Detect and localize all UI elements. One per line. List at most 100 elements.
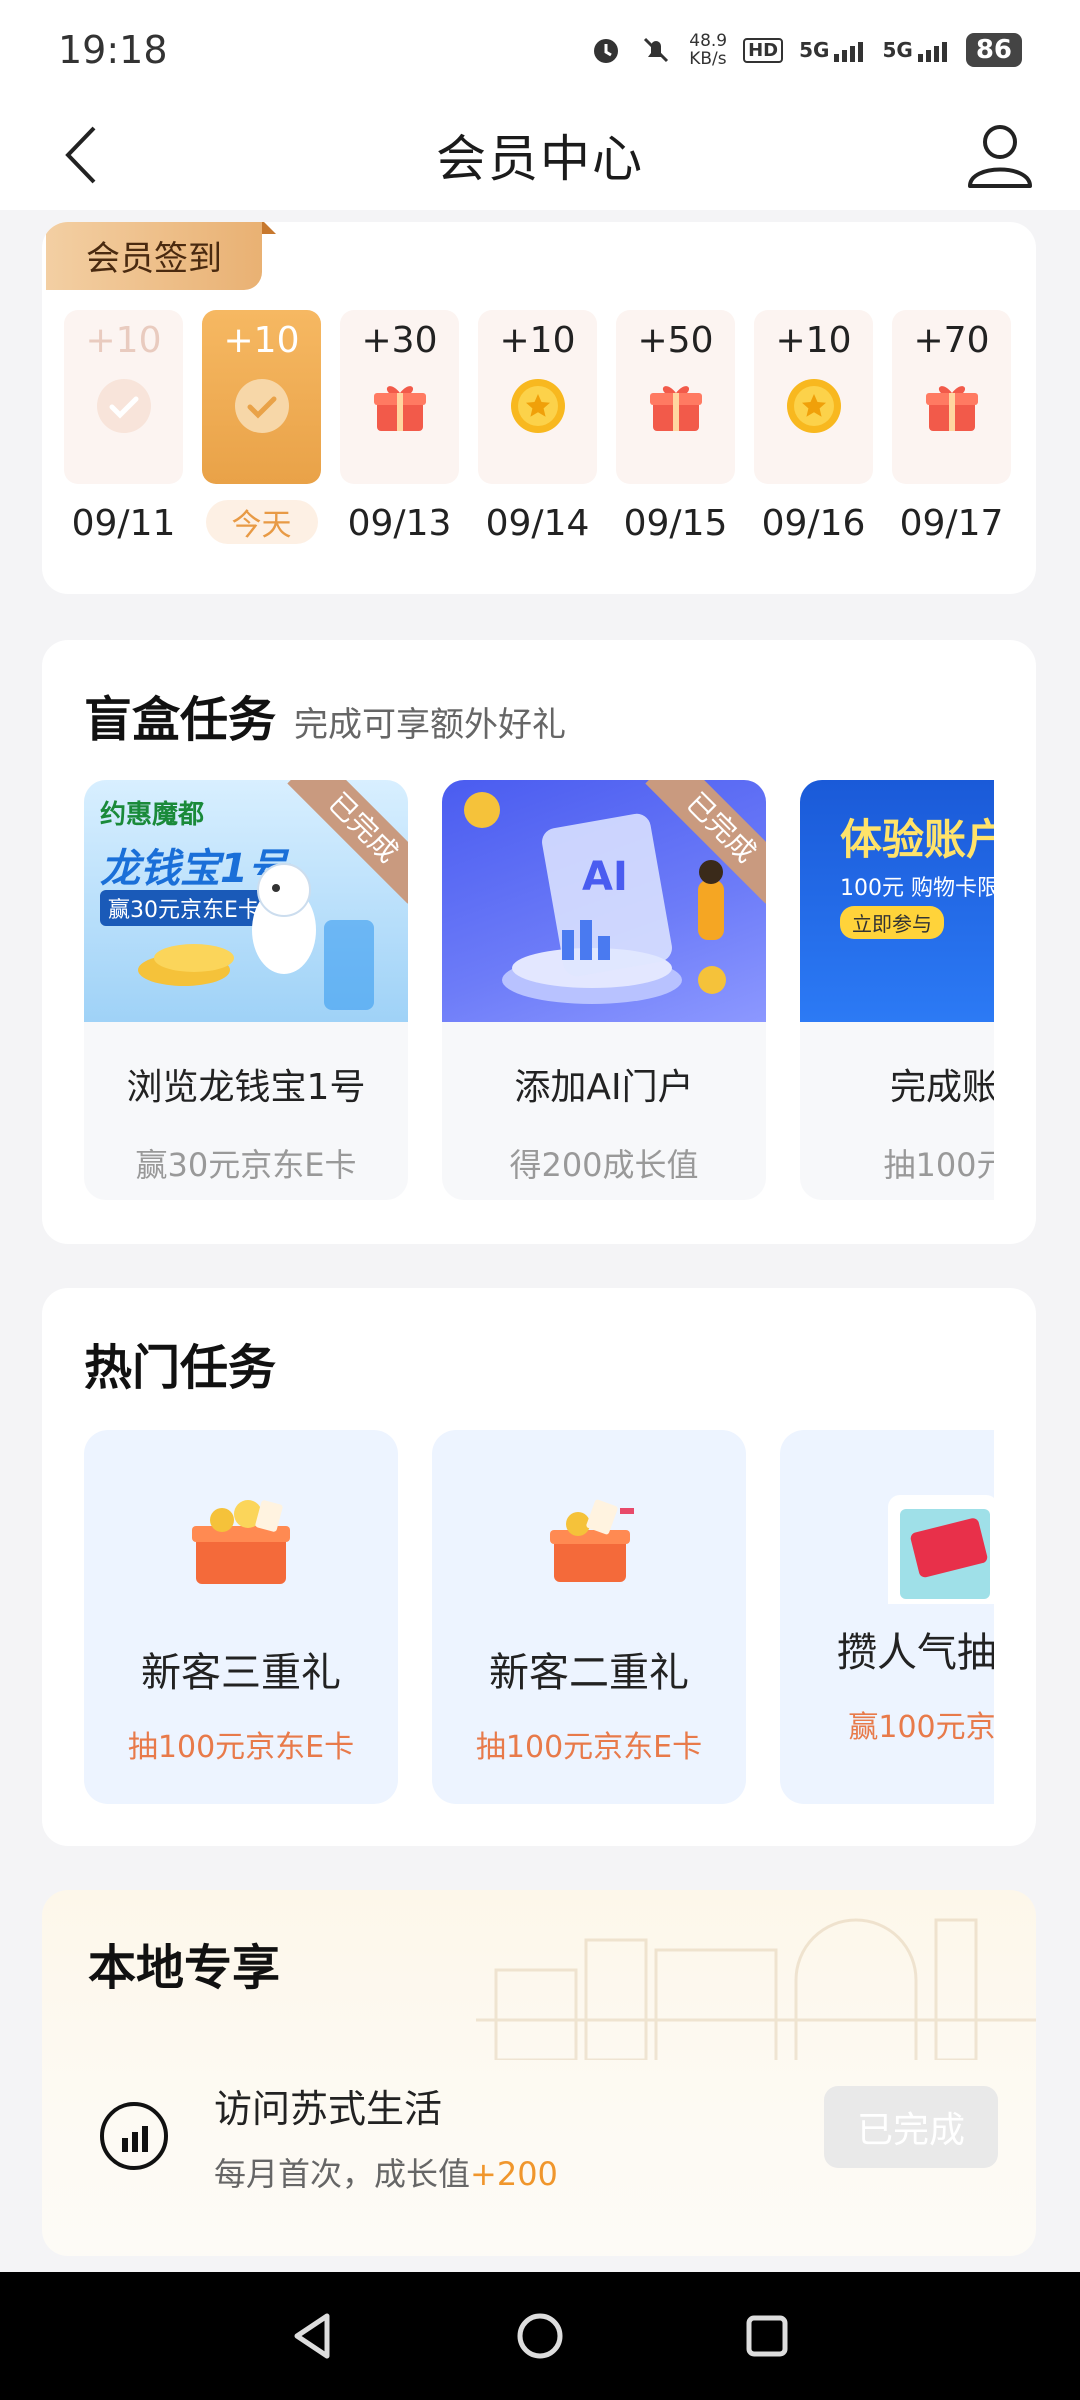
blind-box-card: 盲盒任务 完成可享额外好礼 约惠魔都 龙钱宝1号 赢30元京东E卡 已完成 浏览龙… bbox=[42, 640, 1036, 1244]
task-card[interactable]: 体验账户 100元 购物卡限 立即参与 完成账户 抽100元京 bbox=[800, 780, 994, 1200]
coin-icon bbox=[509, 361, 567, 439]
blind-box-title: 盲盒任务 bbox=[84, 692, 277, 748]
task-desc: 赢30元京东E卡 bbox=[135, 1146, 357, 1184]
sim2-label: 5G bbox=[882, 38, 913, 62]
battery-icon: 86 bbox=[965, 33, 1022, 67]
hot-tasks-title: 热门任务 bbox=[84, 1340, 277, 1396]
gift-icon bbox=[371, 361, 429, 439]
local-task-text: 访问苏式生活 每月首次，成长值+200 bbox=[214, 2078, 558, 2195]
blind-box-subtitle: 完成可享额外好礼 bbox=[294, 705, 567, 745]
mute-bell-icon bbox=[639, 33, 673, 67]
banner-text: 立即参与 bbox=[840, 906, 944, 939]
signin-date: 09/15 bbox=[623, 502, 728, 544]
signal-1: 5G bbox=[799, 38, 866, 62]
signin-day-box: +10 bbox=[64, 310, 183, 484]
signin-date: 09/13 bbox=[347, 502, 452, 544]
signin-date: 09/11 bbox=[71, 502, 176, 544]
local-task-name: 访问苏式生活 bbox=[214, 2086, 443, 2131]
nav-bar: 会员中心 bbox=[0, 100, 1080, 210]
task-desc: 抽100元京 bbox=[883, 1146, 994, 1184]
hot-task-item[interactable]: 新客三重礼 抽100元京东E卡 bbox=[84, 1430, 398, 1804]
task-name: 浏览龙钱宝1号 bbox=[126, 1067, 366, 1108]
gift-box-icon bbox=[192, 1500, 290, 1584]
signin-date: 今天 bbox=[205, 500, 318, 544]
hot-task-name: 新客三重礼 bbox=[141, 1650, 341, 1696]
page-title: 会员中心 bbox=[436, 130, 644, 188]
signin-date: 09/17 bbox=[899, 502, 1004, 544]
local-exclusive-card: 本地专享 访问苏式生活 每月首次，成长值+200 已完成 bbox=[42, 1890, 1036, 2256]
signin-date: 09/14 bbox=[485, 502, 590, 544]
system-nav-bar bbox=[0, 2272, 1080, 2400]
local-task-sub-prefix: 每月首次，成长值 bbox=[214, 2154, 471, 2193]
signal-2: 5G bbox=[882, 38, 949, 62]
task-card[interactable]: 约惠魔都 龙钱宝1号 赢30元京东E卡 已完成 浏览龙钱宝1号 赢30元京东E卡 bbox=[84, 780, 408, 1200]
hot-task-name: 新客二重礼 bbox=[489, 1650, 689, 1696]
hot-task-desc: 赢100元京东 bbox=[848, 1710, 994, 1745]
hot-tasks-card: 热门任务 新客三重礼 抽100元京东E卡 新客二重礼 抽100元京东E卡 攒人气… bbox=[42, 1288, 1036, 1846]
signin-day-box: +10 bbox=[478, 310, 597, 484]
net-speed-unit: KB/s bbox=[689, 49, 727, 69]
signal-bars-icon bbox=[917, 42, 947, 62]
recents-square-icon[interactable] bbox=[741, 2310, 793, 2362]
signal-bars-icon bbox=[834, 42, 864, 62]
status-time: 19:18 bbox=[58, 28, 168, 72]
task-banner: AI 已完成 bbox=[442, 780, 766, 1022]
city-skyline-illustration bbox=[476, 1918, 1036, 2060]
gift-icon bbox=[647, 361, 705, 439]
banner-text: 100元 购物卡限 bbox=[840, 876, 994, 901]
sim1-label: 5G bbox=[799, 38, 830, 62]
signin-day-box: +10 bbox=[754, 310, 873, 484]
back-button[interactable] bbox=[50, 120, 120, 190]
signin-day[interactable]: +70 09/17 bbox=[892, 310, 1011, 546]
banner-text: 体验账户 bbox=[840, 815, 994, 864]
back-triangle-icon[interactable] bbox=[287, 2310, 339, 2362]
signin-tag: 会员签到 bbox=[46, 222, 276, 290]
signin-day[interactable]: +50 09/15 bbox=[616, 310, 735, 546]
user-icon bbox=[968, 125, 1032, 188]
home-circle-icon[interactable] bbox=[514, 2310, 566, 2362]
signin-days: +10 09/11 +10 今天 +30 09/13 +10 09/14 +50 bbox=[64, 310, 1011, 546]
local-task-sub-value: +200 bbox=[470, 2154, 558, 2193]
blind-box-task-list[interactable]: 约惠魔都 龙钱宝1号 赢30元京东E卡 已完成 浏览龙钱宝1号 赢30元京东E卡 bbox=[84, 780, 994, 1200]
chart-circle-icon bbox=[100, 2102, 168, 2170]
gift-box-icon bbox=[550, 1499, 634, 1582]
completed-button[interactable]: 已完成 bbox=[824, 2086, 998, 2168]
hot-task-list[interactable]: 新客三重礼 抽100元京东E卡 新客二重礼 抽100元京东E卡 攒人气抽好 赢1… bbox=[84, 1430, 994, 1804]
banner-text: AI bbox=[582, 854, 628, 900]
hot-task-item[interactable]: 新客二重礼 抽100元京东E卡 bbox=[432, 1430, 746, 1804]
signin-points: +10 bbox=[223, 320, 300, 361]
signin-day[interactable]: +10 今天 bbox=[202, 310, 321, 546]
signin-day[interactable]: +30 09/13 bbox=[340, 310, 459, 546]
task-card[interactable]: AI 已完成 添加AI门户 得200成长值 bbox=[442, 780, 766, 1200]
signin-points: +10 bbox=[499, 320, 576, 361]
task-name: 完成账户 bbox=[889, 1067, 994, 1108]
status-icons: 48.9 KB/s HD 5G 5G 86 bbox=[589, 32, 1022, 68]
hot-task-desc: 抽100元京东E卡 bbox=[127, 1730, 355, 1765]
task-banner: 体验账户 100元 购物卡限 立即参与 bbox=[800, 780, 994, 1022]
hot-task-item[interactable]: 攒人气抽好 赢100元京东 bbox=[780, 1430, 994, 1804]
signin-points: +10 bbox=[775, 320, 852, 361]
signin-points: +10 bbox=[85, 320, 162, 361]
task-banner: 约惠魔都 龙钱宝1号 赢30元京东E卡 已完成 bbox=[84, 780, 408, 1022]
signin-points: +50 bbox=[637, 320, 714, 361]
check-icon bbox=[233, 361, 291, 439]
signin-day[interactable]: +10 09/14 bbox=[478, 310, 597, 546]
signin-date: 09/16 bbox=[761, 502, 866, 544]
local-task-item[interactable]: 访问苏式生活 每月首次，成长值+200 已完成 bbox=[98, 2066, 998, 2206]
hot-task-name: 攒人气抽好 bbox=[837, 1630, 994, 1676]
local-title: 本地专享 bbox=[88, 1940, 281, 1996]
hd-icon: HD bbox=[743, 37, 784, 63]
signin-points: +70 bbox=[913, 320, 990, 361]
profile-button[interactable] bbox=[960, 114, 1040, 194]
signin-day-box: +30 bbox=[340, 310, 459, 484]
hot-task-desc: 抽100元京东E卡 bbox=[475, 1730, 703, 1765]
red-envelope-icon bbox=[888, 1495, 994, 1604]
local-task-sub: 每月首次，成长值+200 bbox=[214, 2149, 558, 2195]
signin-day[interactable]: +10 09/11 bbox=[64, 310, 183, 546]
status-bar: 19:18 48.9 KB/s HD 5G 5G 86 bbox=[0, 0, 1080, 100]
signin-day[interactable]: +10 09/16 bbox=[754, 310, 873, 546]
chevron-left-icon bbox=[65, 126, 96, 184]
signin-points: +30 bbox=[361, 320, 438, 361]
gift-icon bbox=[923, 361, 981, 439]
check-icon bbox=[95, 361, 153, 439]
